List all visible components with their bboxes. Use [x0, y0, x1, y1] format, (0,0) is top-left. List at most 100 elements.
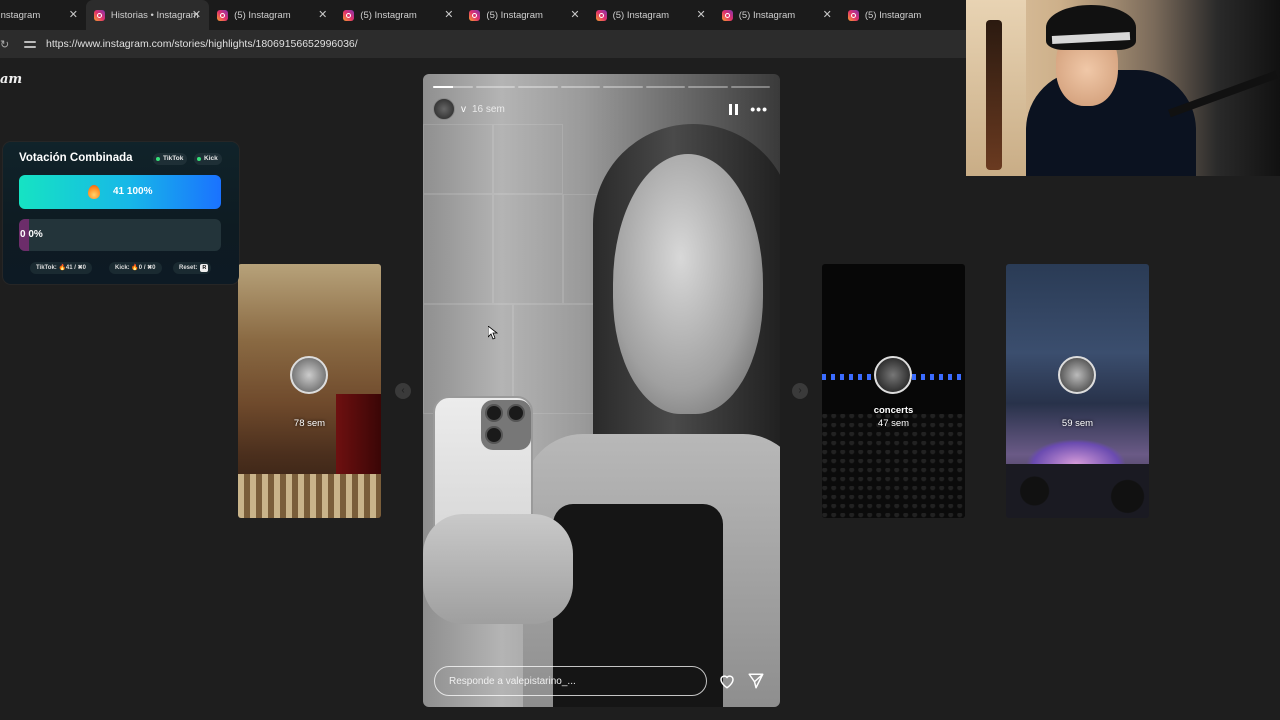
story-preview-1[interactable]: 78 sem — [238, 264, 381, 518]
vote-option-1-bar: 41 100% — [19, 175, 221, 209]
previous-story-button[interactable]: ‹ — [395, 383, 411, 399]
preview-time: 59 sem — [1061, 418, 1094, 429]
progress-segment — [475, 86, 515, 88]
story-photo-hand — [423, 514, 573, 624]
instagram-icon — [93, 9, 105, 21]
reload-icon[interactable]: ↻ — [0, 38, 14, 51]
instagram-icon — [469, 9, 481, 21]
address-bar: ↻ https://www.instagram.com/stories/high… — [0, 30, 966, 58]
send-icon[interactable] — [747, 672, 765, 690]
close-tab-icon[interactable]: ✕ — [823, 8, 832, 21]
vote-option-2-result: 0 0% — [20, 229, 43, 240]
vote-overlay: Votación Combinada TikTok Kick 41 100% 0… — [3, 142, 239, 284]
more-options-icon[interactable]: ••• — [750, 101, 768, 117]
reset-label: Reset: — [179, 265, 198, 271]
screen: Instagram ✕ Historias • Instagram ✕ (5) … — [0, 0, 1280, 720]
camera-lens — [485, 426, 503, 444]
preview-label: concerts — [873, 405, 914, 416]
next-story-button[interactable]: › — [792, 383, 808, 399]
story-avatar[interactable] — [433, 98, 455, 120]
vote-option-1-result: 41 100% — [113, 186, 153, 197]
preview-time: 47 sem — [877, 418, 910, 429]
story-preview-3[interactable]: 59 sem — [1006, 264, 1149, 518]
vote-title: Votación Combinada — [19, 152, 133, 164]
instagram-icon — [721, 9, 733, 21]
progress-segment — [645, 86, 685, 88]
kick-badge: Kick — [194, 153, 222, 165]
instagram-logo[interactable]: am — [0, 72, 22, 87]
preview-image-detail — [238, 474, 381, 518]
progress-segment — [433, 86, 473, 88]
wall-tile — [513, 304, 603, 414]
tab-instagram-4[interactable]: (5) Instagram ✕ — [335, 0, 461, 30]
instagram-icon — [847, 9, 859, 21]
progress-fill — [433, 86, 453, 88]
close-tab-icon[interactable]: ✕ — [69, 8, 78, 21]
preview-image-detail — [822, 414, 965, 518]
tab-label: (5) Instagram — [234, 9, 291, 21]
close-tab-icon[interactable]: ✕ — [318, 8, 327, 21]
tab-instagram-6[interactable]: (5) Instagram ✕ — [588, 0, 714, 30]
tab-instagram-1[interactable]: Instagram ✕ — [0, 0, 86, 30]
tab-label: (5) Instagram — [360, 9, 417, 21]
tab-label: (5) Instagram — [864, 9, 922, 21]
progress-segment — [560, 86, 600, 88]
tiktok-badge: TikTok — [153, 153, 188, 165]
preview-image-detail — [1006, 464, 1149, 518]
wall-tile — [493, 194, 563, 304]
progress-segment — [603, 86, 643, 88]
wall-tile — [423, 124, 493, 194]
progress-segment — [730, 86, 770, 88]
webcam-feed — [966, 0, 1280, 176]
instagram-icon — [595, 9, 607, 21]
tab-historias-instagram[interactable]: Historias • Instagram ✕ — [85, 0, 210, 30]
tab-label: (5) Instagram — [612, 9, 670, 21]
preview-avatar — [290, 356, 328, 394]
camera-lens — [485, 404, 503, 422]
camera-lens — [507, 404, 525, 422]
instagram-icon — [217, 9, 229, 21]
tab-instagram-7[interactable]: (5) Instagram ✕ — [714, 0, 840, 30]
url-field[interactable]: https://www.instagram.com/stories/highli… — [46, 38, 358, 50]
story-progress-bar — [433, 86, 770, 88]
tab-instagram-5[interactable]: (5) Instagram ✕ — [461, 0, 587, 30]
reset-key: R — [200, 264, 209, 272]
tab-label: Instagram — [0, 9, 41, 21]
vote-option-2-bar: 0 0% — [19, 219, 221, 251]
preview-avatar — [1058, 356, 1096, 394]
pause-icon[interactable] — [729, 103, 739, 115]
site-info-icon[interactable] — [24, 38, 38, 50]
kick-stat: Kick: 🔥0 / ✖0 — [109, 262, 162, 274]
close-tab-icon[interactable]: ✕ — [570, 8, 579, 21]
story-header: v 16 sem ••• — [433, 98, 768, 120]
reset-stat: Reset: R — [173, 262, 212, 274]
instagram-icon — [343, 9, 355, 21]
story-username[interactable]: v — [461, 104, 466, 115]
tab-label: (5) Instagram — [738, 9, 796, 21]
close-tab-icon[interactable]: ✕ — [696, 8, 705, 21]
tab-label: (5) Instagram — [486, 9, 543, 21]
wall-tile — [493, 124, 563, 194]
story-viewer[interactable]: v 16 sem ••• — [423, 74, 780, 707]
guitar — [986, 20, 1002, 170]
preview-time: 78 sem — [293, 418, 326, 429]
story-time: 16 sem — [472, 103, 505, 115]
story-preview-2[interactable]: concerts 47 sem — [822, 264, 965, 518]
browser-tab-bar: Instagram ✕ Historias • Instagram ✕ (5) … — [0, 0, 966, 30]
fire-icon — [88, 185, 100, 199]
tab-label: Historias • Instagram — [110, 9, 199, 21]
tiktok-stat: TikTok: 🔥41 / ✖0 — [30, 262, 92, 274]
close-tab-icon[interactable]: ✕ — [444, 8, 453, 21]
progress-segment — [518, 86, 558, 88]
progress-segment — [688, 86, 728, 88]
wall-tile — [423, 194, 493, 304]
reply-input[interactable] — [434, 666, 707, 696]
story-photo-camera — [481, 400, 531, 450]
story-photo-face — [613, 154, 763, 414]
mouse-cursor-icon — [488, 326, 498, 340]
close-tab-icon[interactable]: ✕ — [192, 8, 201, 21]
heart-icon[interactable] — [718, 672, 736, 690]
preview-avatar — [874, 356, 912, 394]
tab-instagram-8[interactable]: (5) Instagram — [840, 0, 966, 30]
tab-instagram-3[interactable]: (5) Instagram ✕ — [209, 0, 335, 30]
